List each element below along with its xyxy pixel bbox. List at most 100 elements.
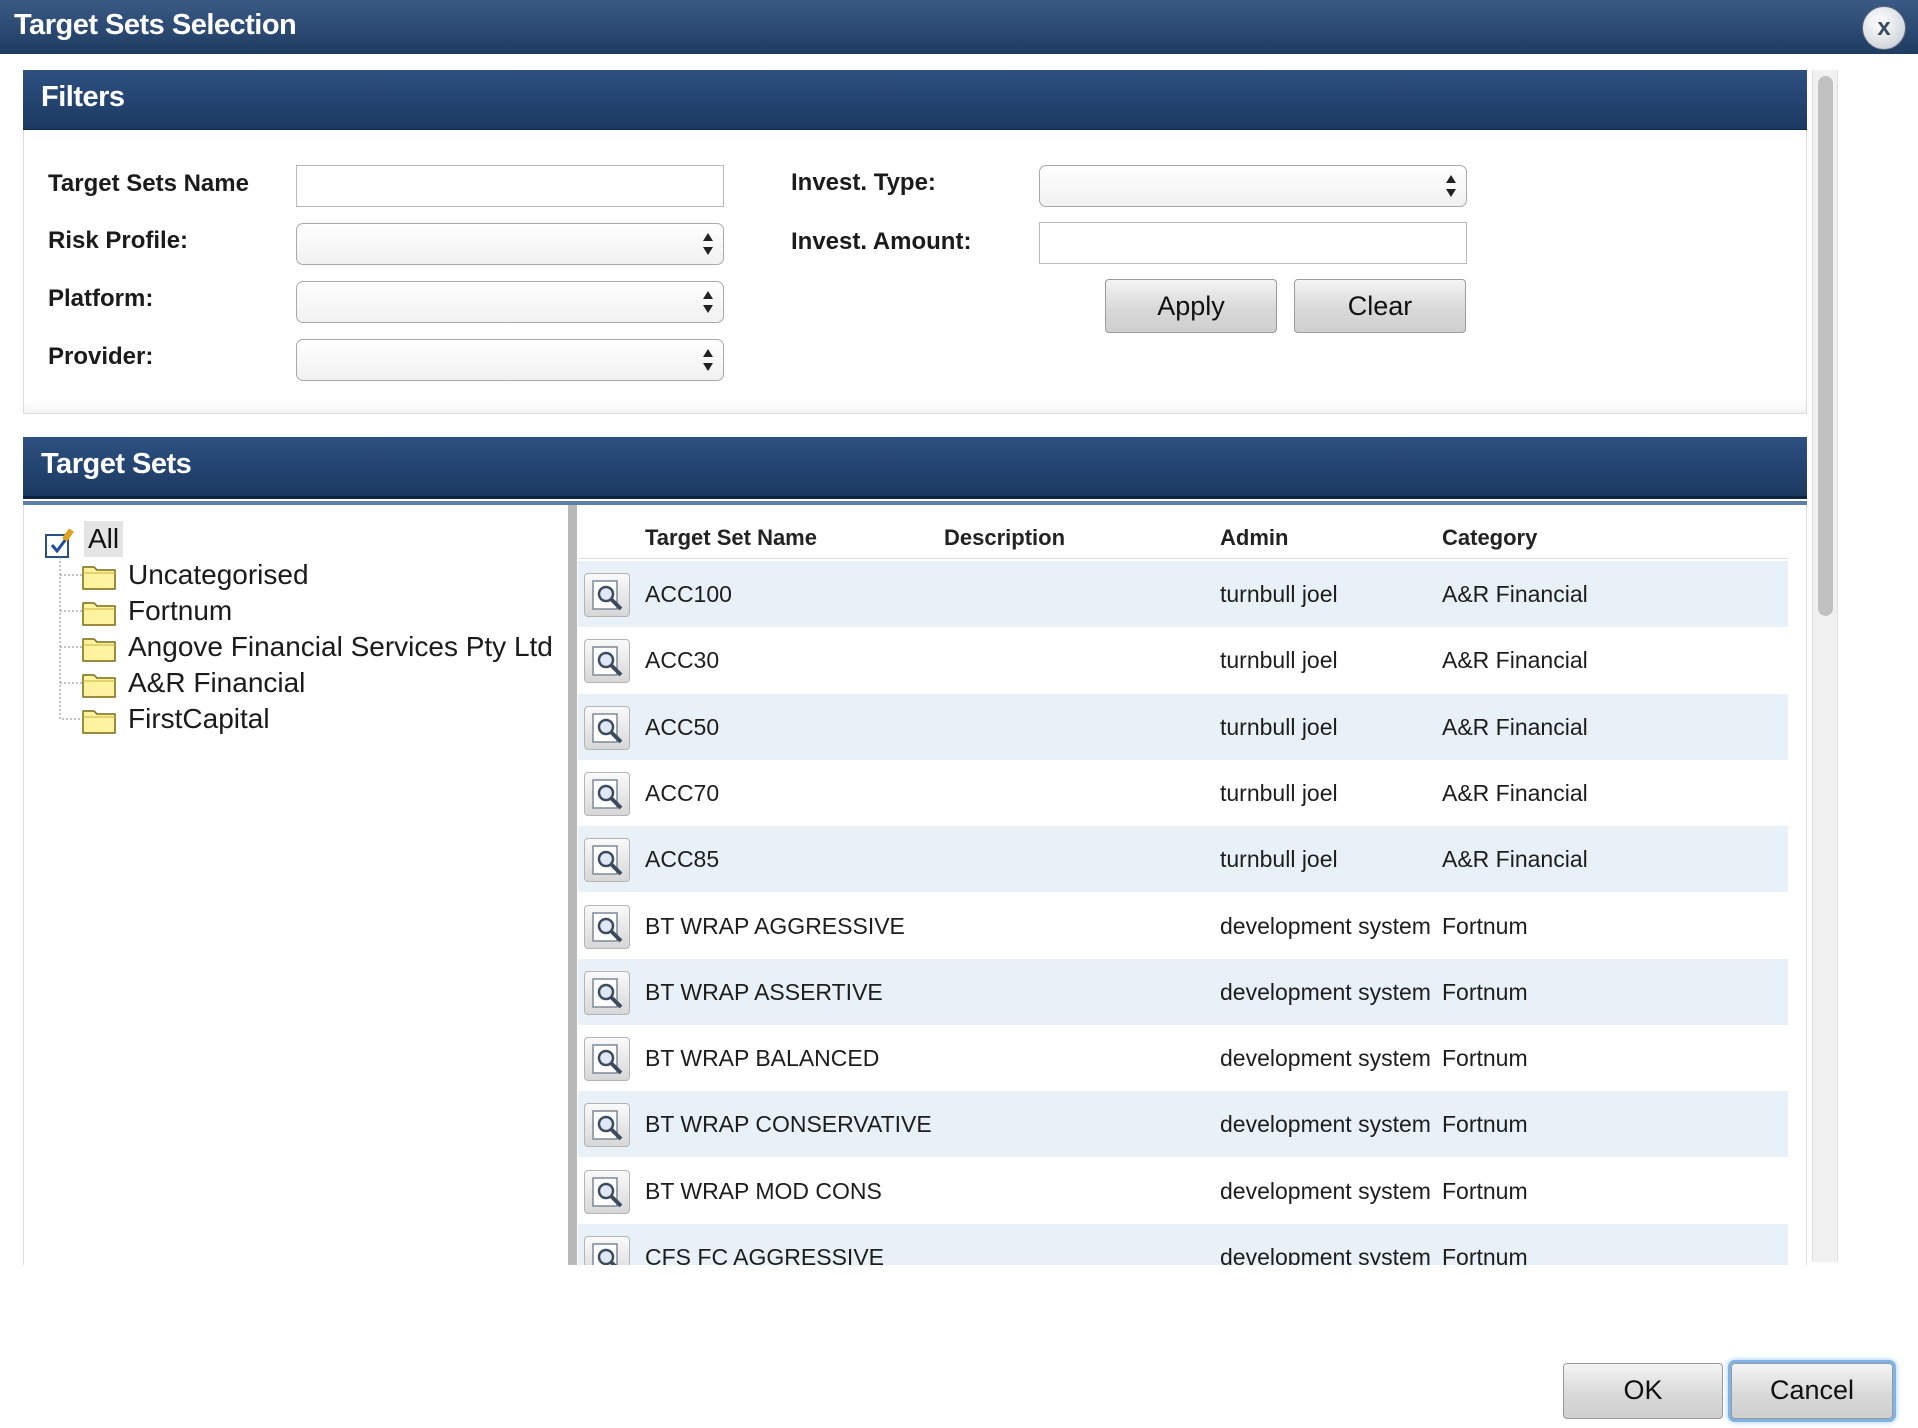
window-title: Target Sets Selection [14, 9, 297, 41]
column-header-name[interactable]: Target Set Name [645, 525, 817, 551]
view-details-button[interactable] [584, 1236, 630, 1265]
risk-profile-select[interactable] [296, 223, 724, 265]
tree-connector [59, 665, 82, 701]
column-header-admin[interactable]: Admin [1220, 525, 1288, 551]
folder-icon [82, 566, 116, 590]
view-details-button[interactable] [584, 705, 630, 750]
table-row[interactable]: BT WRAP CONSERVATIVE development system Fo… [578, 1091, 1788, 1158]
platform-select[interactable] [296, 281, 724, 323]
cell-category: A&R Financial [1442, 647, 1588, 674]
magnifier-icon [592, 646, 623, 677]
cell-name: BT WRAP CONSERVATIVE [645, 1111, 932, 1138]
window-title-bar: Target Sets Selection x [0, 0, 1918, 54]
vertical-scrollbar[interactable] [1812, 70, 1838, 1262]
close-icon[interactable]: x [1862, 6, 1906, 50]
cell-category: A&R Financial [1442, 779, 1588, 806]
tree-connector [59, 557, 82, 593]
filters-panel: Target Sets Name Risk Profile: Platform:… [23, 130, 1807, 414]
magnifier-icon [592, 1243, 618, 1265]
folder-icon [82, 674, 116, 698]
cell-admin: turnbull joel [1220, 846, 1338, 873]
magnifier-icon [592, 1176, 623, 1208]
table-row[interactable]: CFS FC AGGRESSIVE development system Fortn… [578, 1224, 1788, 1265]
invest-type-select[interactable] [1039, 165, 1467, 207]
table-row[interactable]: ACC30 turnbull joel A&R Financial [578, 627, 1788, 693]
edit-checkbox-icon [45, 528, 74, 558]
cell-name: ACC100 [645, 581, 732, 607]
tree-root-label: All [84, 521, 124, 557]
view-details-button[interactable] [584, 1037, 630, 1082]
cell-category: A&R Financial [1442, 581, 1588, 607]
table-row[interactable]: BT WRAP BALANCED development system Fortnu… [578, 1025, 1788, 1091]
tree-item-label: Fortnum [128, 595, 233, 626]
cell-admin: turnbull joel [1220, 779, 1338, 806]
folder-icon [82, 710, 116, 734]
tree-connector [59, 593, 82, 629]
target-sets-header: Target Sets [23, 437, 1807, 505]
table-row[interactable]: BT WRAP AGGRESSIVE development system Fort… [578, 893, 1788, 959]
cell-name: BT WRAP MOD CONS [645, 1177, 882, 1204]
cell-category: Fortnum [1442, 1111, 1528, 1138]
table-row[interactable]: BT WRAP MOD CONS development system Fortnu… [578, 1158, 1788, 1224]
cell-category: Fortnum [1442, 1045, 1528, 1072]
target-sets-name-input[interactable] [296, 165, 724, 207]
table-row[interactable]: ACC100 turnbull joel A&R Financial [578, 561, 1788, 627]
tree-connector [59, 629, 82, 665]
target-sets-panel: All Uncategorised Fortnum Angove Financi… [23, 505, 1807, 1265]
column-header-category[interactable]: Category [1442, 525, 1537, 551]
cell-category: Fortnum [1442, 912, 1528, 939]
cell-name: ACC30 [645, 647, 720, 674]
cell-admin: turnbull joel [1220, 581, 1338, 607]
ok-button[interactable]: OK [1563, 1363, 1723, 1419]
select-arrows-icon [703, 349, 713, 371]
provider-label: Provider: [48, 343, 154, 370]
grid-header: Target Set Name Description Admin Catego… [578, 519, 1788, 559]
view-details-button[interactable] [584, 1103, 630, 1148]
column-header-description[interactable]: Description [944, 525, 1065, 551]
filters-title: Filters [41, 81, 125, 113]
invest-type-label: Invest. Type: [791, 169, 936, 196]
cell-admin: development system [1220, 912, 1431, 939]
cell-admin: development system [1220, 1177, 1431, 1204]
table-row[interactable]: ACC85 turnbull joel A&R Financial [578, 826, 1788, 893]
cell-name: BT WRAP AGGRESSIVE [645, 912, 905, 939]
view-details-button[interactable] [584, 1169, 630, 1214]
target-sets-name-label: Target Sets Name [48, 170, 249, 197]
cell-category: Fortnum [1442, 1177, 1528, 1204]
view-details-button[interactable] [584, 970, 630, 1015]
select-arrows-icon [703, 233, 713, 255]
scrollbar-thumb[interactable] [1818, 76, 1833, 616]
table-row[interactable]: ACC50 turnbull joel A&R Financial [578, 693, 1788, 760]
target-sets-title: Target Sets [41, 448, 192, 480]
table-row[interactable]: BT WRAP ASSERTIVE development system Fortn… [578, 958, 1788, 1025]
magnifier-icon [592, 1044, 623, 1075]
magnifier-icon [592, 1110, 623, 1141]
table-row[interactable]: ACC70 turnbull joel A&R Financial [578, 760, 1788, 826]
cell-category: Fortnum [1442, 978, 1528, 1005]
cell-admin: development system [1220, 1045, 1431, 1072]
view-details-button[interactable] [584, 904, 630, 949]
cell-category: Fortnum [1442, 1244, 1528, 1265]
folder-icon [82, 638, 116, 662]
folder-icon [82, 602, 116, 626]
cell-name: CFS FC AGGRESSIVE [645, 1244, 884, 1265]
view-details-button[interactable] [584, 639, 630, 684]
cell-admin: turnbull joel [1220, 713, 1338, 740]
view-details-button[interactable] [584, 771, 630, 816]
cell-category: A&R Financial [1442, 713, 1588, 740]
view-details-button[interactable] [584, 573, 630, 617]
clear-button[interactable]: Clear [1294, 279, 1466, 333]
tree-item-label: FirstCapital [128, 703, 270, 734]
view-details-button[interactable] [584, 838, 630, 883]
provider-select[interactable] [296, 339, 724, 381]
panel-splitter[interactable] [568, 505, 577, 1265]
invest-amount-input[interactable] [1039, 222, 1467, 264]
tree-item-label: Angove Financial Services Pty Ltd [128, 631, 553, 662]
cancel-button[interactable]: Cancel [1731, 1363, 1893, 1419]
cell-name: BT WRAP BALANCED [645, 1045, 880, 1072]
magnifier-icon [592, 911, 623, 942]
apply-button[interactable]: Apply [1105, 279, 1277, 333]
invest-amount-label: Invest. Amount: [791, 228, 972, 255]
magnifier-icon [592, 978, 623, 1009]
cell-admin: development system [1220, 1244, 1431, 1265]
